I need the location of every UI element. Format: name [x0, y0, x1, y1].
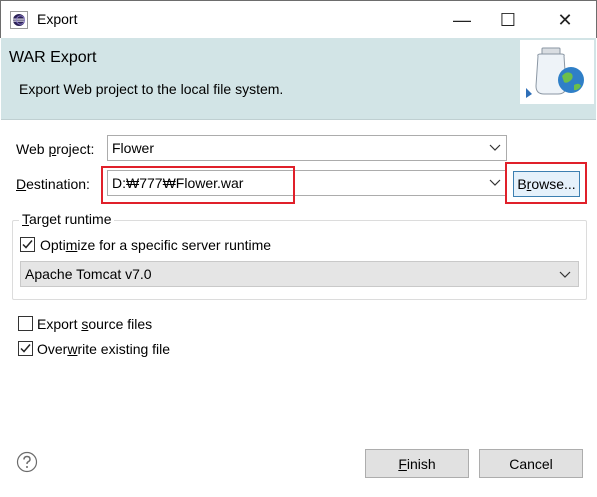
cancel-button[interactable]: Cancel	[479, 449, 583, 478]
export-source-checkbox[interactable]	[18, 316, 33, 331]
runtime-value: Apache Tomcat v7.0	[25, 266, 152, 282]
export-source-label[interactable]: Export source files	[37, 316, 152, 332]
overwrite-label[interactable]: Overwrite existing file	[37, 341, 170, 357]
close-button[interactable]: ✕	[542, 1, 588, 39]
title-bar: Export — ☐ ✕	[0, 0, 597, 38]
overwrite-checkbox[interactable]	[18, 341, 33, 356]
finish-button[interactable]: Finish	[365, 449, 469, 478]
wizard-footer: Finish Cancel	[1, 431, 596, 496]
wizard-content: Web project: Flower Destination: D:₩777₩…	[1, 121, 596, 431]
target-runtime-group: Target runtime Optimize for a specific s…	[12, 211, 587, 300]
banner-title: WAR Export	[9, 49, 97, 66]
web-project-label: Web project:	[16, 141, 95, 157]
banner-description: Export Web project to the local file sys…	[19, 81, 284, 97]
optimize-checkbox[interactable]	[20, 237, 35, 252]
browse-highlight	[505, 162, 587, 204]
window-title: Export	[37, 11, 78, 27]
target-runtime-label: Target runtime	[19, 211, 115, 227]
checkmark-icon	[22, 240, 33, 249]
optimize-label[interactable]: Optimize for a specific server runtime	[40, 237, 271, 253]
help-icon[interactable]	[16, 451, 38, 473]
web-project-value: Flower	[112, 140, 155, 156]
chevron-down-icon	[559, 271, 571, 278]
war-export-wizard-icon	[520, 40, 594, 104]
web-project-combo[interactable]: Flower	[107, 135, 507, 161]
checkmark-icon	[20, 344, 31, 353]
destination-label: Destination:	[16, 176, 90, 192]
wizard-banner: WAR Export Export Web project to the loc…	[1, 38, 596, 120]
eclipse-icon	[10, 11, 28, 29]
chevron-down-icon	[489, 144, 501, 151]
minimize-button[interactable]: —	[439, 1, 485, 39]
destination-highlight	[101, 166, 295, 204]
chevron-down-icon	[489, 179, 501, 186]
runtime-select[interactable]: Apache Tomcat v7.0	[20, 261, 579, 287]
maximize-button[interactable]: ☐	[485, 1, 531, 39]
